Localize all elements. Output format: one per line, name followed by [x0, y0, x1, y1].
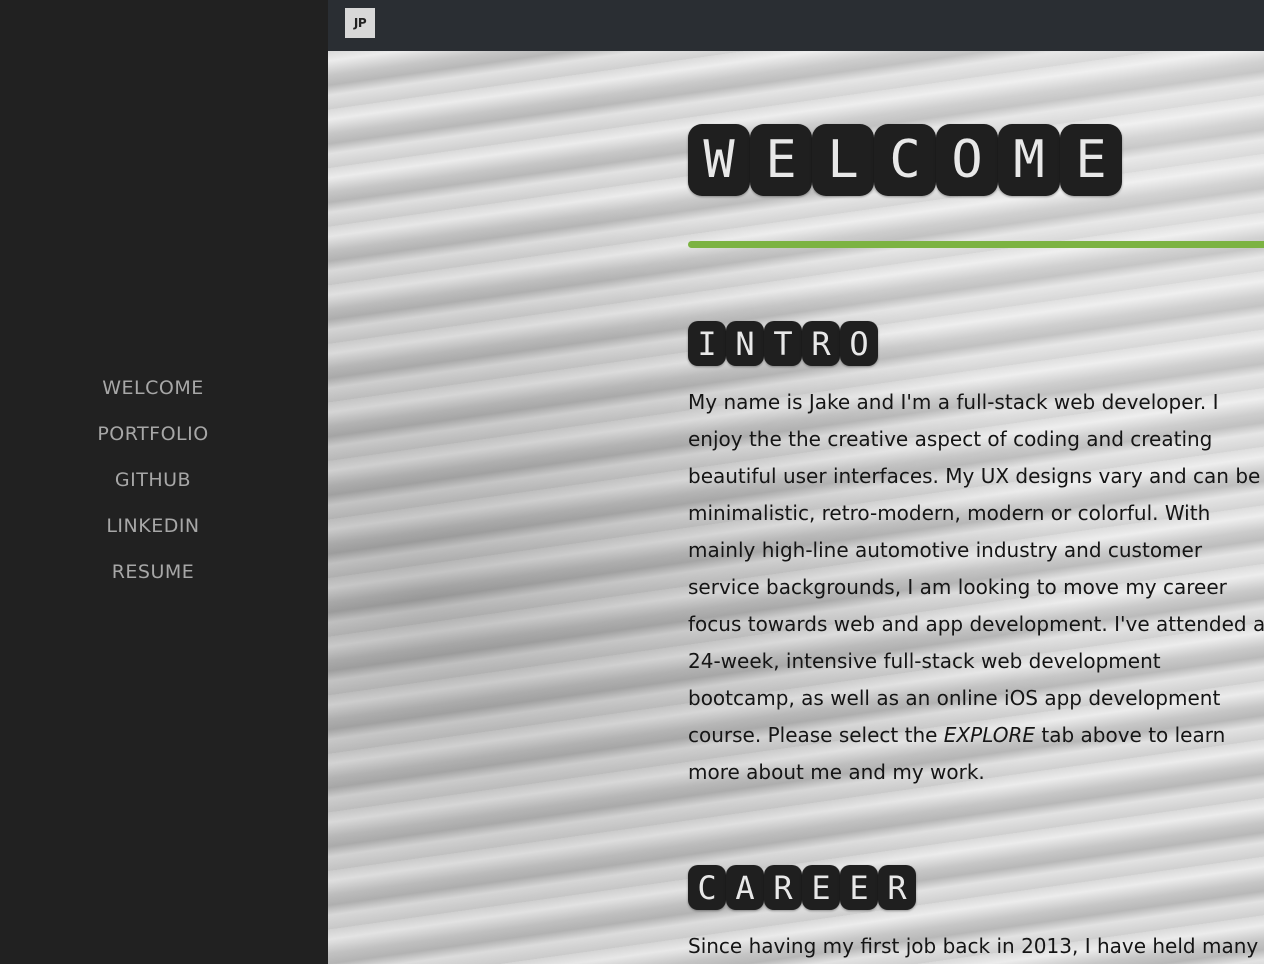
- heading-letter-tile: L: [812, 124, 874, 196]
- heading-letter-tile: A: [726, 865, 764, 910]
- nav-item-resume[interactable]: RESUME: [0, 552, 306, 598]
- heading-letter-tile: E: [1060, 124, 1122, 196]
- explore-emphasis: EXPLORE: [943, 723, 1035, 747]
- heading-letter-tile: N: [726, 321, 764, 366]
- nav-item-github[interactable]: GITHUB: [0, 460, 306, 506]
- heading-letter-tile: E: [840, 865, 878, 910]
- heading-letter-tile: E: [750, 124, 812, 196]
- nav-item-portfolio[interactable]: PORTFOLIO: [0, 414, 306, 460]
- heading-letter-tile: I: [688, 321, 726, 366]
- heading-letter-tile: T: [764, 321, 802, 366]
- heading-letter-tile: E: [802, 865, 840, 910]
- heading-letter-tile: R: [802, 321, 840, 366]
- career-heading: C A R E E R: [688, 865, 916, 910]
- nav-item-welcome[interactable]: WELCOME: [0, 368, 306, 414]
- heading-letter-tile: R: [878, 865, 916, 910]
- career-paragraph: Since having my first job back in 2013, …: [688, 934, 1259, 958]
- accent-divider: [688, 241, 1264, 248]
- welcome-heading: W E L C O M E: [688, 124, 1122, 196]
- nav-item-linkedin[interactable]: LINKEDIN: [0, 506, 306, 552]
- heading-letter-tile: R: [764, 865, 802, 910]
- heading-letter-tile: M: [998, 124, 1060, 196]
- logo-button[interactable]: JP: [345, 8, 375, 38]
- intro-text-start: My name is Jake and I'm a full-stack web…: [688, 390, 1264, 747]
- heading-letter-tile: C: [688, 865, 726, 910]
- heading-letter-tile: O: [936, 124, 998, 196]
- sidebar-nav: WELCOME PORTFOLIO GITHUB LINKEDIN RESUME: [0, 368, 306, 598]
- sidebar: WELCOME PORTFOLIO GITHUB LINKEDIN RESUME: [0, 0, 328, 964]
- heading-letter-tile: O: [840, 321, 878, 366]
- heading-letter-tile: W: [688, 124, 750, 196]
- top-bar: JP: [328, 0, 1264, 51]
- heading-letter-tile: C: [874, 124, 936, 196]
- intro-heading: I N T R O: [688, 321, 878, 366]
- main-content: W E L C O M E I N T R O My name is Jake …: [328, 51, 1264, 964]
- intro-paragraph: My name is Jake and I'm a full-stack web…: [688, 384, 1264, 791]
